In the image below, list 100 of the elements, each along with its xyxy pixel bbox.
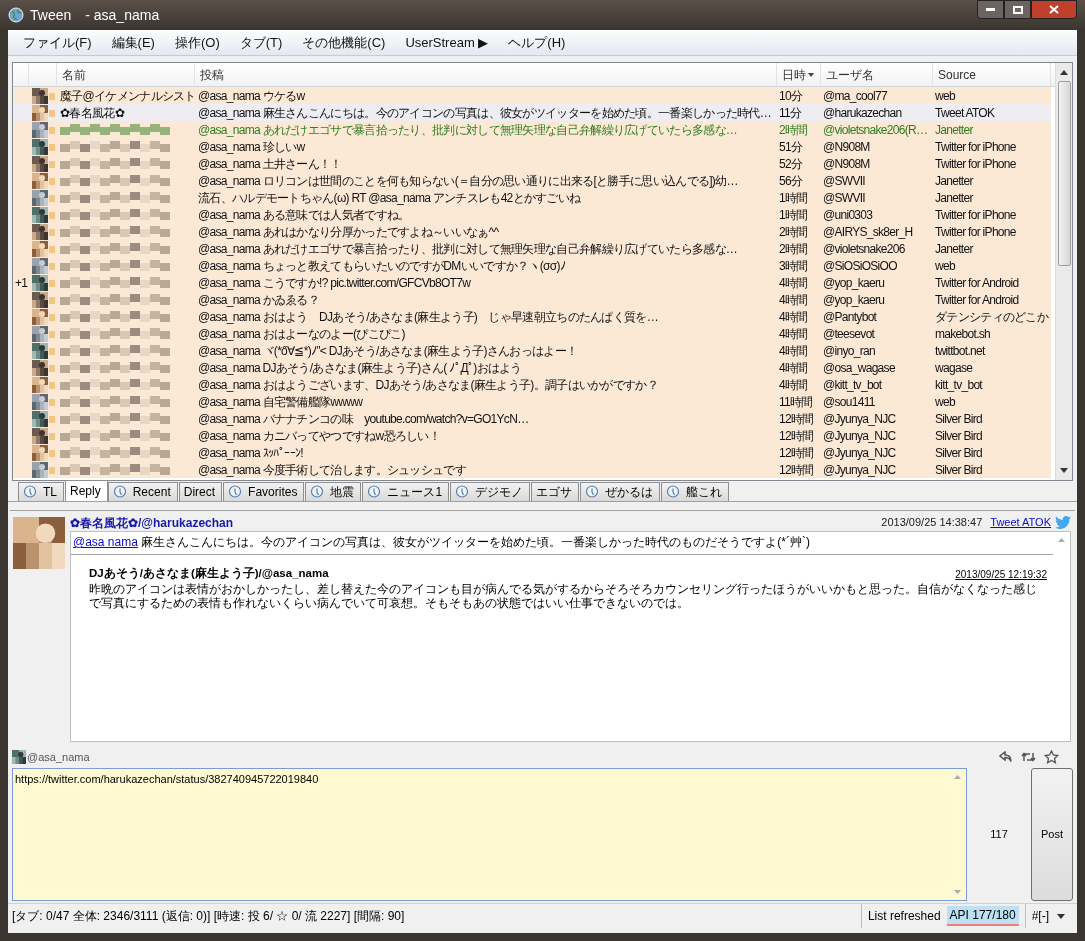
table-row[interactable]: @asa_nama おはよう DJあそう/あさなま(麻生よう子) じゃ早速朝立ちのたんぱく質を… 4時間 @Pantybot ダテンシティのどこか xyxy=(13,308,1051,325)
tab[interactable]: エゴサ xyxy=(531,482,580,501)
author-name[interactable]: ✿春名風花✿/@harukazechan xyxy=(70,513,234,532)
table-cell: @asa_nama かゐゑる？ xyxy=(198,292,320,307)
table-row[interactable]: @asa_nama あれはかなり分厚かったですよね～いいなぁ^^ 2時間 @AIRYS_sk8er_H Twitter for iPhone xyxy=(13,223,1051,240)
table-row[interactable]: @asa_nama ちょっと教えてもらいたいのですがDMいいですか？ヽ(σσ)ﾉ 3時間 @SiOSiOSiOO web xyxy=(13,257,1051,274)
tab[interactable]: Reply xyxy=(65,480,108,501)
table-cell: Tweet ATOK xyxy=(935,105,995,120)
table-cell: @asa_nama おはよう DJあそう/あさなま(麻生よう子) じゃ早速朝立ちのたんぱく質を… xyxy=(198,309,658,324)
minimize-button[interactable] xyxy=(977,0,1004,19)
menu-item[interactable]: UserStream ▶ xyxy=(398,32,496,53)
menu-item[interactable]: 編集(E) xyxy=(104,32,162,53)
table-row[interactable]: @asa_nama DJあそう/あさなま(麻生よう子)さん( ﾉﾟДﾟ)おはよう 4時間 @osa_wagase wagase xyxy=(13,359,1051,376)
table-row[interactable]: @asa_nama ある意味では人気者ですね。 1時間 @uni0303 Twitter for iPhone xyxy=(13,206,1051,223)
table-cell: 1時間 xyxy=(779,190,808,205)
tab[interactable]: 地震 xyxy=(305,482,362,501)
table-cell: @asa_nama 麻生さんこんにちは。今のアイコンの写真は、彼女がツイッターを始めた頃。一番楽しかった時代… xyxy=(198,105,772,120)
column-header[interactable]: Source xyxy=(933,63,1051,86)
table-cell: Twitter for iPhone xyxy=(935,224,1016,239)
marker-icon xyxy=(49,108,55,117)
table-cell: 魔子@イケメンナルシスト xyxy=(60,88,195,103)
table-row[interactable]: @asa_nama 今度手術して治します。シュッシュです 12時間 @Jyunya_NJC Silver Bird xyxy=(13,461,1051,478)
retweet-icon[interactable] xyxy=(1021,751,1036,763)
table-row[interactable]: @asa_nama ｽｯﾊﾟｰｰﾝ! 12時間 @Jyunya_NJC Silver Bird xyxy=(13,444,1051,461)
table-cell: @violetsnake206(R… xyxy=(823,122,928,137)
table-cell: @asa_nama おはよーなのよー(ぴこぴこ) xyxy=(198,326,405,341)
table-cell: 11時間 xyxy=(779,394,813,409)
table-cell: @asa_nama ウケるw xyxy=(198,88,305,103)
menu-item[interactable]: ファイル(F) xyxy=(16,32,99,53)
table-cell: @asa_nama ロリコンは世間のことを何も知らない(＝自分の思い通りに出来る[と勝手に思い込んでる])幼… xyxy=(198,173,738,188)
table-row[interactable]: ✿春名風花✿ @asa_nama 麻生さんこんにちは。今のアイコンの写真は、彼女がツイッターを始めた頃。一番楽しかった時代… 11分 @harukazechan Tweet ATOK xyxy=(13,104,1051,121)
star-icon[interactable] xyxy=(1044,750,1059,764)
post-button[interactable]: Post xyxy=(1031,768,1073,901)
table-row[interactable]: @asa_nama 珍しいw 51分 @N908M Twitter for iPhone xyxy=(13,138,1051,155)
table-cell: @asa_nama DJあそう/あさなま(麻生よう子)さん( ﾉﾟДﾟ)おはよう xyxy=(198,360,522,375)
tab[interactable]: デジモノ xyxy=(450,482,531,501)
scrollbar[interactable] xyxy=(1055,63,1072,480)
tab[interactable]: ぜかるは xyxy=(580,482,661,501)
table-cell: 11分 xyxy=(779,105,802,120)
table-cell: Twitter for Android xyxy=(935,275,1019,290)
table-row[interactable]: +1 @asa_nama こうですか!? pic.twitter.com/GFCVb8OT7w 4時間 @yop_kaeru Twitter for Android xyxy=(13,274,1051,291)
tab[interactable]: ニュース1 xyxy=(362,482,450,501)
up-arrow-icon xyxy=(1058,538,1065,542)
status-info: [タブ: 0/47 全体: 2346/3111 (返信: 0)] [時速: 投 6/ ☆ 0/ 流 2227] [間隔: 90] xyxy=(11,908,406,925)
table-cell: @harukazechan xyxy=(823,105,902,120)
table-cell: @ma_cool77 xyxy=(823,88,887,103)
marker-icon xyxy=(49,295,55,304)
marker-icon xyxy=(49,397,55,406)
table-row[interactable]: @asa_nama かゐゑる？ 4時間 @yop_kaeru Twitter for Android xyxy=(13,291,1051,308)
status-message: List refreshed xyxy=(860,904,947,928)
table-row[interactable]: @asa_nama カニバってやつですねw恐ろしい！ 12時間 @Jyunya_NJC Silver Bird xyxy=(13,427,1051,444)
table-cell: 3時間 xyxy=(779,258,808,273)
table-cell: Twitter for iPhone xyxy=(935,156,1016,171)
column-header[interactable]: 投稿 xyxy=(195,63,777,86)
menu-item[interactable]: タブ(T) xyxy=(232,32,290,53)
tab[interactable]: Recent xyxy=(107,482,178,501)
marker-icon xyxy=(49,91,55,100)
quoted-text: 昨晩のアイコンは表情がおかしかったし、差し替えた今のアイコンも目が病んでる気がするからそろそろカウンセリング行ったほうがいいかもと思った。自信がなくなった感じで写真にするための表情も作れないくらい病んでいて可哀想。そもそもあの状態ではいい仕事できないのでは。 xyxy=(89,582,1038,611)
table-row[interactable]: @asa_nama 土井さーん！！ 52分 @N908M Twitter for iPhone xyxy=(13,155,1051,172)
column-header[interactable]: ユーザ名 xyxy=(821,63,933,86)
column-header[interactable]: 名前 xyxy=(57,63,195,86)
column-header[interactable]: 日時 xyxy=(777,63,821,86)
table-row[interactable]: @asa_nama ヾ(*ő∀≦*)ﾉ"< DJあそう/あさなま(麻生よう子)さんおっはよー！ 4時間 @inyo_ran twittbot.net xyxy=(13,342,1051,359)
table-cell: @asa_nama ある意味では人気者ですね。 xyxy=(198,207,410,222)
table-cell: 12時間 xyxy=(779,445,814,460)
table-row[interactable]: @asa_nama ロリコンは世間のことを何も知らない(＝自分の思い通りに出来る[と勝手に思い込んでる])幼… 56分 @SWVII Janetter xyxy=(13,172,1051,189)
table-cell: @asa_nama あれだけエゴサで暴言拾ったり、批判に対して無理矢理な自己弁解繰り広げていたら多感な… xyxy=(198,241,738,256)
tab[interactable]: 艦これ xyxy=(661,482,730,501)
dropdown-caret-icon[interactable] xyxy=(1057,913,1065,919)
table-row[interactable]: @asa_nama おはよーなのよー(ぴこぴこ) 4時間 @teesevot makebot.sh xyxy=(13,325,1051,342)
mention-link[interactable]: @asa nama xyxy=(73,535,138,549)
reply-icon[interactable] xyxy=(999,751,1013,763)
tab[interactable]: TL xyxy=(18,482,64,501)
tweet-input[interactable]: https://twitter.com/harukazechan/status/382740945722019840 xyxy=(12,768,967,901)
marker-icon xyxy=(49,159,55,168)
tab[interactable]: Direct xyxy=(178,482,223,501)
table-cell: 4時間 xyxy=(779,343,808,358)
table-row[interactable]: @asa_nama おはようございます、DJあそう/あさなま(麻生よう子)。調子はいかがですか？ 4時間 @kitt_tv_bot kitt_tv_bot xyxy=(13,376,1051,393)
source-link[interactable]: Tweet ATOK xyxy=(990,514,1051,531)
table-cell: @Jyunya_NJC xyxy=(823,445,896,460)
marker-icon xyxy=(49,414,55,423)
table-row[interactable]: 魔子@イケメンナルシスト @asa_nama ウケるw 10分 @ma_cool77 web xyxy=(13,87,1051,104)
marker-icon xyxy=(49,380,55,389)
table-row[interactable]: @asa_nama バナナチンコの味 youtube.com/watch?v=GO1YcN… 12時間 @Jyunya_NJC Silver Bird xyxy=(13,410,1051,427)
menu-item[interactable]: その他機能(C) xyxy=(295,32,393,53)
menu-item[interactable]: 操作(O) xyxy=(167,32,227,53)
table-cell: @asa_nama こうですか!? pic.twitter.com/GFCVb8OT7w xyxy=(198,275,471,290)
down-arrow-icon xyxy=(954,890,961,894)
table-cell: Silver Bird xyxy=(935,445,982,460)
table-row[interactable]: @asa_nama 自宅警備艦隊wwww 11時間 @sou1411 web xyxy=(13,393,1051,410)
menu-item[interactable]: ヘルプ(H) xyxy=(501,32,573,53)
table-cell: web xyxy=(935,394,955,409)
maximize-button[interactable] xyxy=(1004,0,1031,19)
table-cell: Janetter xyxy=(935,122,973,137)
table-row[interactable]: 流石、ハルデモートちゃん(ω) RT @asa_nama アンチスレも42とかすごいね 1時間 @SWVII Janetter xyxy=(13,189,1051,206)
marker-icon xyxy=(49,329,55,338)
table-row[interactable]: @asa_nama あれだけエゴサで暴言拾ったり、批判に対して無理矢理な自己弁解繰り広げていたら多感な… 2時間 @violetsnake206(R… Janetter xyxy=(13,121,1051,138)
table-row[interactable]: @asa_nama あれだけエゴサで暴言拾ったり、批判に対して無理矢理な自己弁解繰り広げていたら多感な… 2時間 @violetsnake206 Janetter xyxy=(13,240,1051,257)
tab[interactable]: Favorites xyxy=(223,482,305,501)
close-button[interactable] xyxy=(1031,0,1077,19)
